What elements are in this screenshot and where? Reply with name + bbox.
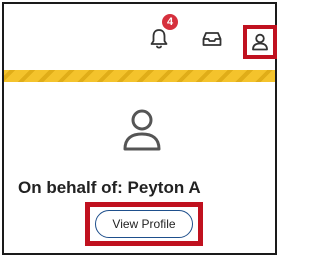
inbox-icon [202, 32, 222, 46]
notifications-button[interactable]: 4 [144, 14, 178, 54]
bell-icon [150, 29, 168, 49]
top-toolbar: 4 [4, 4, 277, 70]
notification-badge: 4 [162, 14, 178, 30]
on-behalf-label: On behalf of: Peyton A [18, 178, 201, 197]
user-icon [123, 109, 161, 151]
user-icon [252, 33, 268, 51]
profile-panel: On behalf of: Peyton A View Profile [4, 82, 275, 253]
view-profile-highlight: View Profile [85, 202, 203, 246]
profile-popup: 4 On behalf of: Peyton A View Profile [2, 2, 277, 255]
view-profile-button[interactable]: View Profile [95, 210, 193, 238]
inbox-button[interactable] [197, 24, 227, 54]
accent-stripe [4, 70, 275, 82]
profile-button[interactable] [243, 25, 277, 59]
